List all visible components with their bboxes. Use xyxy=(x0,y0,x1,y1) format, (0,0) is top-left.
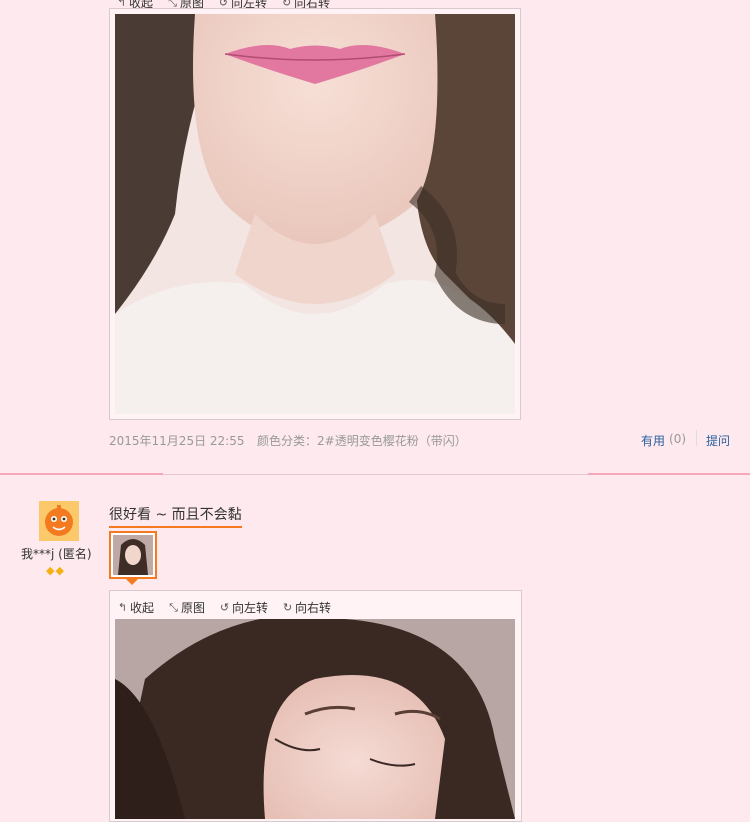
diamond-icon: ◆ xyxy=(55,564,64,577)
user-name: 我***j (匿名) xyxy=(21,547,92,561)
rotate-right-icon: ↻ xyxy=(281,0,292,9)
photo-thumbnail[interactable] xyxy=(109,531,157,579)
rotate-left-icon: ↺ xyxy=(219,601,230,614)
review-photo-large: ↰ 收起 ⤡ 原图 ↺ 向左转 ↻ 向右转 xyxy=(109,590,522,822)
action-separator xyxy=(696,430,697,446)
lips-photo xyxy=(115,14,515,414)
ask-button[interactable]: 提问 xyxy=(706,432,730,449)
diamond-icon: ◆ xyxy=(46,564,55,577)
rotate-right-button[interactable]: ↻ 向右转 xyxy=(282,599,331,616)
image-toolbar: ↰ 收起 ⤡ 原图 ↺ 向左转 ↻ 向右转 xyxy=(117,599,331,616)
rotate-left-icon: ↺ xyxy=(218,0,229,9)
review-date: 2015年11月25日 22:55 xyxy=(109,434,245,448)
useful-label: 有用 xyxy=(641,434,666,448)
expand-icon: ⤡ xyxy=(169,601,178,614)
review-divider xyxy=(588,473,750,475)
thumbnail-pointer xyxy=(126,579,138,585)
review-divider xyxy=(0,473,163,475)
collapse-icon: ↰ xyxy=(117,601,128,614)
review-divider-thin xyxy=(163,474,588,475)
expand-icon: ⤡ xyxy=(168,0,177,9)
useful-button[interactable]: 有用 (0) xyxy=(641,432,686,449)
avatar[interactable] xyxy=(39,501,79,541)
review-comment: 很好看 ~ 而且不会黏 xyxy=(109,504,242,528)
review-photo-large xyxy=(109,8,521,420)
collapse-button[interactable]: ↰ 收起 xyxy=(117,599,154,616)
avatar-mascot-icon xyxy=(45,505,73,536)
face-photo xyxy=(115,619,515,819)
rotate-left-button[interactable]: ↺ 向左转 xyxy=(219,599,268,616)
color-category: 颜色分类：2#透明变色樱花粉（带闪） xyxy=(257,434,467,448)
useful-count: (0) xyxy=(669,432,687,446)
original-image-button[interactable]: ⤡ 原图 xyxy=(168,599,205,616)
thumbnail-image xyxy=(113,535,153,575)
collapse-icon: ↰ xyxy=(116,0,127,9)
rotate-right-icon: ↻ xyxy=(282,601,293,614)
user-level-badge: ◆ ◆ xyxy=(46,564,64,577)
